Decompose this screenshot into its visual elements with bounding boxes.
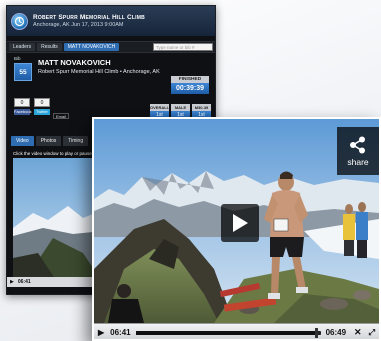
duration: 06:49 [325,328,347,337]
facebook-share[interactable]: 0 Facebook [14,98,32,115]
share-button[interactable]: share [337,127,379,175]
email-button[interactable]: Email [53,113,70,119]
tab-results[interactable]: Results [37,43,62,51]
tab-photos[interactable]: Photos [35,136,62,146]
video-hint: Click the video window to play or pause [13,151,92,156]
fullscreen-icon[interactable]: ⤢ [369,328,375,338]
race-title: Robert Spurr Memorial Hill Climb [33,14,145,22]
small-video-time: 06:41 [17,279,31,285]
media-tabs: Video Photos Timing [11,136,89,146]
athlete-name: Matt Novakovich [38,58,111,67]
race-header: Robert Spurr Memorial Hill Climb Anchora… [7,6,215,36]
play-button[interactable] [221,204,259,242]
volume-icon[interactable]: ✕ [354,327,362,338]
video-controls: ▶ 06:41 06:49 ✕ ⤢ [94,323,379,339]
seek-fill [135,330,317,335]
race-subtitle: Anchorage, AK Jun 17, 2013 9:00AM [33,21,124,28]
facebook-count: 0 [14,98,30,107]
twitter-count: 0 [34,98,50,107]
twitter-button[interactable]: Twitter [34,109,50,115]
rank-label: Overall [150,104,170,111]
finish-box: Finished 00:39:39 [171,76,209,94]
tab-leaders[interactable]: Leaders [9,43,36,51]
athlete-race: Robert Spurr Memorial Hill Climb • Ancho… [38,69,160,75]
play-icon[interactable]: ▶ [10,279,14,285]
play-icon[interactable]: ▶ [98,328,104,337]
tab-video[interactable]: Video [11,136,34,146]
nav-tabs: Leaders Results MATT NOVAKOVICH Type nam… [7,41,215,53]
seek-handle[interactable] [314,327,318,338]
facebook-button[interactable]: Facebook [14,109,32,115]
finish-time: 00:39:39 [171,83,209,94]
play-icon [233,214,248,232]
video-player[interactable]: share ▶ 06:41 06:49 ✕ ⤢ [92,117,381,341]
tab-timing[interactable]: Timing [63,136,89,146]
race-logo-icon [11,12,28,30]
search-input[interactable]: Type name or bib # [153,43,213,51]
current-time: 06:41 [110,328,131,337]
bib-number: 55 [14,63,32,81]
finish-label: Finished [171,76,209,83]
share-icon [350,136,365,153]
share-label: share [347,156,369,167]
seek-bar[interactable] [135,327,321,338]
tab-athlete[interactable]: MATT NOVAKOVICH [63,43,120,51]
bib-label: Bib [14,56,21,61]
rank-label: Male [171,104,190,111]
twitter-share[interactable]: 0 Twitter [34,98,50,115]
rank-label: M30-39 [192,104,211,111]
